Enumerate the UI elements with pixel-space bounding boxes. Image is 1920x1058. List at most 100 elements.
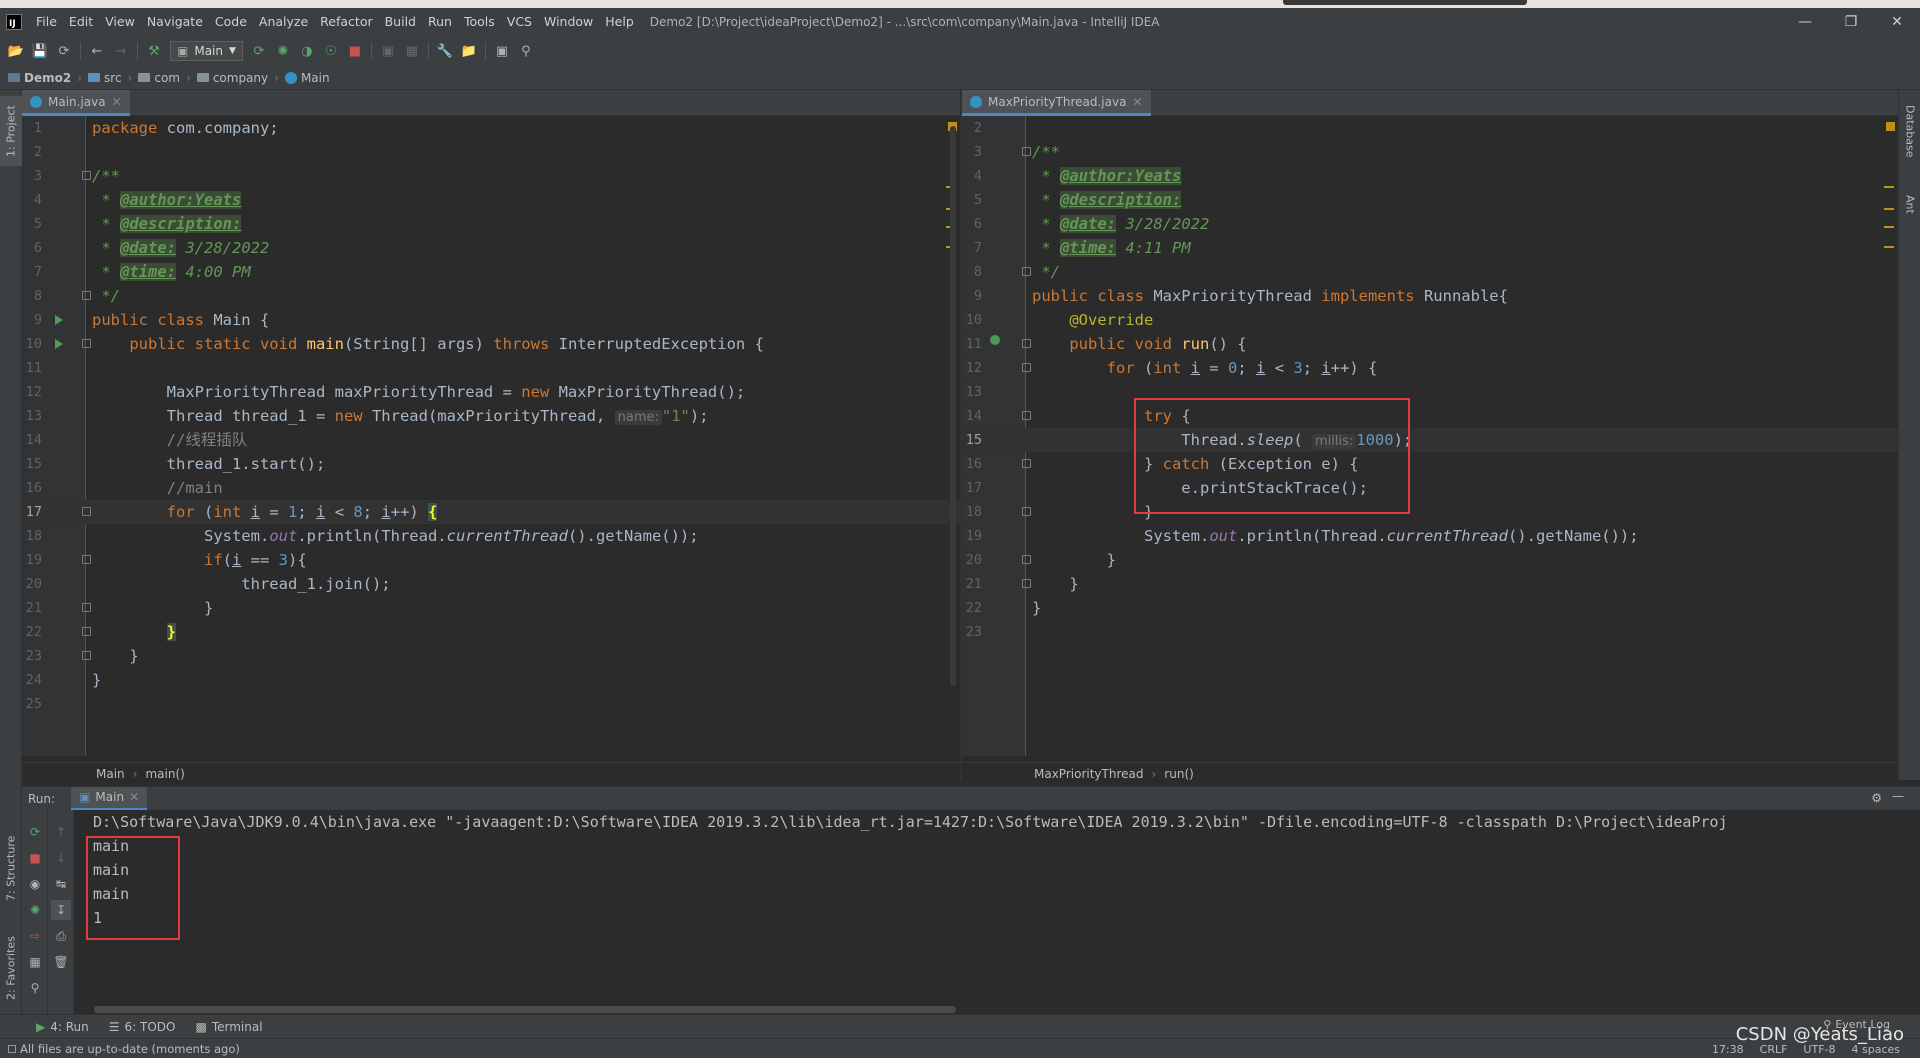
fold-marker-icon[interactable] bbox=[1022, 147, 1031, 156]
menu-window[interactable]: Window bbox=[538, 8, 599, 36]
fold-marker-icon[interactable] bbox=[1022, 267, 1031, 276]
tab-maxprioritythread-java[interactable]: MaxPriorityThread.java ✕ bbox=[962, 90, 1151, 116]
project-structure-folder-icon[interactable]: 📁 bbox=[457, 39, 481, 63]
scroll-to-end-icon[interactable]: ↧ bbox=[51, 900, 71, 920]
settings-wrench-icon[interactable]: 🔧 bbox=[433, 39, 457, 63]
fold-marker-icon[interactable] bbox=[1022, 579, 1031, 588]
menu-refactor[interactable]: Refactor bbox=[314, 8, 378, 36]
crumb-class[interactable]: MaxPriorityThread bbox=[1034, 767, 1143, 781]
back-arrow-icon[interactable]: ← bbox=[85, 39, 109, 63]
fold-marker-icon[interactable] bbox=[82, 291, 91, 300]
fold-marker-icon[interactable] bbox=[82, 603, 91, 612]
fold-marker-icon[interactable] bbox=[82, 627, 91, 636]
menu-build[interactable]: Build bbox=[379, 8, 422, 36]
project-tool-tab[interactable]: 1: Project bbox=[0, 96, 22, 166]
open-folder-icon[interactable]: 📂 bbox=[4, 39, 28, 63]
menu-run[interactable]: Run bbox=[422, 8, 458, 36]
up-arrow-icon[interactable]: ↑ bbox=[51, 822, 71, 842]
print-icon[interactable]: ⎙ bbox=[51, 926, 71, 946]
horizontal-scrollbar[interactable] bbox=[94, 1006, 956, 1013]
debug-bug-icon[interactable]: ✺ bbox=[25, 900, 45, 920]
menu-vcs[interactable]: VCS bbox=[501, 8, 538, 36]
editor-maxprioritythread-java[interactable]: MaxPriorityThread.java ✕ 2 3/** 4 * @aut… bbox=[962, 90, 1898, 756]
menu-edit[interactable]: Edit bbox=[63, 8, 99, 36]
run-console[interactable]: ⟳ ■ ◉ ✺ ⇨ ▦ ⚲ ↑ ↓ ↹ ↧ ⎙ 🗑 D:\Software\Ja… bbox=[22, 810, 1920, 1014]
fold-marker-icon[interactable] bbox=[1022, 339, 1031, 348]
fold-marker-icon[interactable] bbox=[82, 507, 91, 516]
profiler-icon[interactable]: ☉ bbox=[319, 39, 343, 63]
restore-button[interactable]: ❐ bbox=[1828, 8, 1874, 36]
breadcrumb-main[interactable]: Main bbox=[284, 71, 330, 85]
save-all-icon[interactable]: 💾 bbox=[28, 39, 52, 63]
forward-arrow-icon[interactable]: → bbox=[109, 39, 133, 63]
layout-icon[interactable]: ▦ bbox=[25, 952, 45, 972]
warning-indicator-icon[interactable] bbox=[1886, 122, 1895, 131]
crumb-class[interactable]: Main bbox=[96, 767, 125, 781]
crumb-method[interactable]: main() bbox=[145, 767, 184, 781]
soft-wrap-icon[interactable]: ↹ bbox=[51, 874, 71, 894]
menu-file[interactable]: File bbox=[30, 8, 63, 36]
scroll-marker[interactable] bbox=[1884, 208, 1894, 210]
scroll-marker[interactable] bbox=[1884, 226, 1894, 228]
structure-tool-tab[interactable]: 7: Structure bbox=[0, 830, 22, 906]
menu-navigate[interactable]: Navigate bbox=[141, 8, 209, 36]
close-window-button[interactable]: ✕ bbox=[1874, 8, 1920, 36]
run-tab-main[interactable]: ▣ Main ✕ bbox=[71, 786, 148, 811]
tool-tab-run[interactable]: ▶ 4: Run bbox=[26, 1015, 99, 1039]
menu-analyze[interactable]: Analyze bbox=[253, 8, 314, 36]
coverage-icon[interactable]: ◑ bbox=[295, 39, 319, 63]
fold-marker-icon[interactable] bbox=[82, 651, 91, 660]
build-hammer-icon[interactable]: ⚒ bbox=[142, 39, 166, 63]
minimize-button[interactable]: — bbox=[1782, 8, 1828, 36]
editor-main-java[interactable]: Main.java ✕ 1 package com.company; 2 3/**… bbox=[22, 90, 960, 756]
menu-view[interactable]: View bbox=[99, 8, 141, 36]
search-icon[interactable]: ⚲ bbox=[514, 39, 538, 63]
exit-icon[interactable]: ⇨ bbox=[25, 926, 45, 946]
favorites-tool-tab[interactable]: 2: Favorites bbox=[0, 928, 22, 1008]
fold-marker-icon[interactable] bbox=[1022, 459, 1031, 468]
close-icon[interactable]: ✕ bbox=[1132, 95, 1142, 109]
crumb-method[interactable]: run() bbox=[1164, 767, 1194, 781]
fold-marker-icon[interactable] bbox=[82, 171, 91, 180]
down-arrow-icon[interactable]: ↓ bbox=[51, 848, 71, 868]
menu-tools[interactable]: Tools bbox=[458, 8, 501, 36]
project-structure-icon[interactable]: ▦ bbox=[400, 39, 424, 63]
run-configuration-dropdown[interactable]: ▣ Main ▼ bbox=[170, 41, 243, 61]
fold-marker-icon[interactable] bbox=[1022, 411, 1031, 420]
code-area[interactable]: 2 3/** 4 * @author:Yeats 5 * @descriptio… bbox=[962, 116, 1898, 756]
implements-gutter-icon[interactable] bbox=[990, 335, 1000, 345]
close-icon[interactable]: ✕ bbox=[112, 95, 122, 109]
stop-icon[interactable]: ■ bbox=[25, 848, 45, 868]
scroll-marker[interactable] bbox=[1884, 246, 1894, 248]
fold-marker-icon[interactable] bbox=[82, 555, 91, 564]
gear-icon[interactable]: ⚙ bbox=[1871, 791, 1882, 805]
breadcrumb-project[interactable]: Demo2 bbox=[8, 71, 71, 85]
breadcrumb-com[interactable]: com bbox=[138, 71, 180, 85]
scroll-marker[interactable] bbox=[1884, 186, 1894, 188]
menu-code[interactable]: Code bbox=[209, 8, 253, 36]
stop-icon[interactable]: ■ bbox=[343, 39, 367, 63]
presentation-icon[interactable]: ▣ bbox=[490, 39, 514, 63]
fold-marker-icon[interactable] bbox=[1022, 507, 1031, 516]
ant-tool-tab[interactable]: Ant bbox=[1899, 184, 1920, 224]
run-gutter-icon[interactable] bbox=[55, 339, 63, 349]
attach-debugger-icon[interactable]: ▣ bbox=[376, 39, 400, 63]
sync-icon[interactable]: ⟳ bbox=[52, 39, 76, 63]
menu-help[interactable]: Help bbox=[599, 8, 640, 36]
pin-icon[interactable]: ⚲ bbox=[25, 978, 45, 998]
fold-marker-icon[interactable] bbox=[82, 339, 91, 348]
tool-tab-terminal[interactable]: ▩ Terminal bbox=[185, 1015, 272, 1039]
rerun-icon[interactable]: ⟳ bbox=[25, 822, 45, 842]
fold-marker-icon[interactable] bbox=[1022, 363, 1031, 372]
code-area[interactable]: 1 package com.company; 2 3/** 4 * @author… bbox=[22, 116, 960, 756]
fold-marker-icon[interactable] bbox=[1022, 555, 1031, 564]
database-tool-tab[interactable]: Database bbox=[1899, 96, 1920, 166]
trash-icon[interactable]: 🗑 bbox=[51, 952, 71, 972]
breadcrumb-company[interactable]: company bbox=[196, 71, 268, 85]
breadcrumb-src[interactable]: src bbox=[88, 71, 122, 85]
rerun-icon[interactable]: ⟳ bbox=[247, 39, 271, 63]
vertical-scrollbar[interactable] bbox=[950, 126, 956, 686]
close-icon[interactable]: ✕ bbox=[129, 790, 139, 804]
debug-bug-icon[interactable]: ✺ bbox=[271, 39, 295, 63]
run-gutter-icon[interactable] bbox=[55, 315, 63, 325]
